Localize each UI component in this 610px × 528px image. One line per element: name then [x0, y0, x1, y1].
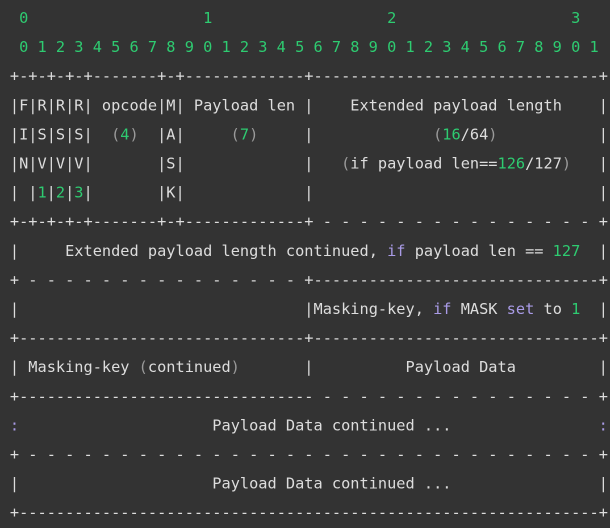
diagram-line-0-segment-2	[28, 9, 203, 27]
diagram-line-0-segment-1: 0	[19, 9, 28, 27]
diagram-line-14: : Payload Data continued ... :	[0, 416, 608, 434]
diagram-line-6-segment-1: 1	[38, 184, 47, 202]
diagram-line-6-segment-3: 2	[56, 184, 65, 202]
diagram-line-4-segment-7: )	[249, 125, 258, 143]
diagram-line-10-segment-4: to	[534, 300, 571, 318]
diagram-line-10-segment-5: 1	[571, 300, 580, 318]
diagram-line-2: +-+-+-+-+-------+-+-------------+-------…	[0, 67, 608, 85]
diagram-line-10-segment-1: if	[433, 300, 451, 318]
diagram-line-8-segment-3: 127	[553, 242, 581, 260]
diagram-line-0-segment-4	[212, 9, 387, 27]
diagram-line-17: +---------------------------------------…	[0, 504, 608, 522]
diagram-line-0-segment-7: 3	[571, 9, 580, 27]
diagram-line-10: | |Masking-key, if MASK set to 1 |	[0, 300, 608, 318]
diagram-line-14-segment-1: :	[10, 416, 19, 434]
diagram-line-4-segment-6: 7	[240, 125, 249, 143]
diagram-line-8-segment-0: | Extended payload length continued,	[0, 242, 387, 260]
diagram-line-5-segment-3: 126	[498, 155, 526, 173]
diagram-line-2-segment-0: +-+-+-+-+-------+-+-------------+-------…	[0, 67, 608, 85]
diagram-line-15: + - - - - - - - - - - - - - - - - - - - …	[0, 446, 608, 464]
diagram-line-4: |I|S|S|S| (4) |A| (7) | (16/64) |	[0, 125, 608, 143]
diagram-line-5-segment-1: (	[341, 155, 350, 173]
diagram-line-0-segment-3: 1	[203, 9, 212, 27]
diagram-line-5-segment-0: |N|V|V|V| |S| |	[0, 155, 341, 173]
diagram-line-8-segment-1: if	[387, 242, 405, 260]
diagram-line-5-segment-4: /127	[525, 155, 562, 173]
diagram-line-1: 0 1 2 3 4 5 6 7 8 9 0 1 2 3 4 5 6 7 8 9 …	[0, 38, 599, 56]
diagram-line-4-segment-13: |	[498, 125, 608, 143]
ascii-diagram-canvas: 0 1 2 3 0 1 2 3 4 5 6 7 8 9 0 1 2 3 4 5 …	[0, 9, 608, 522]
diagram-line-9-segment-0: + - - - - - - - - - - - - - - - +-------…	[0, 271, 608, 289]
diagram-line-1-segment-0	[0, 38, 19, 56]
diagram-line-3-segment-0: |F|R|R|R| opcode|M| Payload len | Extend…	[0, 96, 608, 114]
diagram-line-9: + - - - - - - - - - - - - - - - +-------…	[0, 271, 608, 289]
diagram-line-5-segment-5: )	[562, 155, 571, 173]
diagram-line-13: +-------------------------------- - - - …	[0, 387, 608, 405]
diagram-line-12-segment-2: continued	[148, 358, 231, 376]
diagram-line-8-segment-2: payload len ==	[406, 242, 553, 260]
diagram-line-5: |N|V|V|V| |S| | (if payload len==126/127…	[0, 155, 608, 173]
diagram-line-12-segment-3: )	[231, 358, 240, 376]
diagram-line-4-segment-4: |A|	[139, 125, 231, 143]
diagram-line-4-segment-8: |	[258, 125, 433, 143]
diagram-line-4-segment-3: )	[130, 125, 139, 143]
diagram-line-4-segment-0: |I|S|S|S|	[0, 125, 111, 143]
diagram-line-14-segment-3: :	[599, 416, 608, 434]
diagram-line-4-segment-10: 16	[442, 125, 460, 143]
diagram-line-0-segment-5: 2	[387, 9, 396, 27]
diagram-line-4-segment-12: )	[488, 125, 497, 143]
diagram-line-6-segment-5: 3	[74, 184, 83, 202]
diagram-line-6-segment-6: | |K| | |	[84, 184, 608, 202]
diagram-line-10-segment-0: | |Masking-key,	[0, 300, 433, 318]
diagram-line-11-segment-0: +-------------------------------+-------…	[0, 329, 608, 347]
diagram-line-4-segment-11: /64	[461, 125, 489, 143]
diagram-line-3: |F|R|R|R| opcode|M| Payload len | Extend…	[0, 96, 608, 114]
diagram-line-15-segment-0: + - - - - - - - - - - - - - - - - - - - …	[0, 446, 608, 464]
diagram-line-12-segment-4: | Payload Data |	[240, 358, 608, 376]
diagram-line-10-segment-6: |	[580, 300, 608, 318]
diagram-line-6-segment-0: | |	[0, 184, 38, 202]
diagram-line-8-segment-4: |	[580, 242, 608, 260]
diagram-line-8: | Extended payload length continued, if …	[0, 242, 608, 260]
diagram-line-11: +-------------------------------+-------…	[0, 329, 608, 347]
diagram-line-4-segment-5: (	[231, 125, 240, 143]
diagram-line-7: +-+-+-+-+-------+-+-------------+ - - - …	[0, 213, 608, 231]
diagram-line-6: | |1|2|3| |K| | |	[0, 184, 608, 202]
diagram-line-14-segment-2: Payload Data continued ...	[19, 416, 599, 434]
diagram-line-0-segment-0	[0, 9, 19, 27]
diagram-line-12: | Masking-key (continued) | Payload Data…	[0, 358, 608, 376]
diagram-line-6-segment-4: |	[65, 184, 74, 202]
diagram-line-10-segment-2: MASK	[452, 300, 507, 318]
diagram-line-5-segment-2: if payload len==	[350, 155, 497, 173]
diagram-line-16: | Payload Data continued ... |	[0, 475, 608, 493]
diagram-line-4-segment-9: (	[433, 125, 442, 143]
diagram-line-0-segment-6	[396, 9, 571, 27]
diagram-line-17-segment-0: +---------------------------------------…	[0, 504, 608, 522]
diagram-line-14-segment-0	[0, 416, 10, 434]
diagram-line-12-segment-0: | Masking-key	[0, 358, 139, 376]
diagram-line-13-segment-0: +-------------------------------- - - - …	[0, 387, 608, 405]
diagram-line-6-segment-2: |	[47, 184, 56, 202]
diagram-line-10-segment-3: set	[507, 300, 535, 318]
diagram-line-0: 0 1 2 3	[0, 9, 580, 27]
websocket-frame-diagram: 0 1 2 3 0 1 2 3 4 5 6 7 8 9 0 1 2 3 4 5 …	[0, 0, 610, 528]
diagram-line-16-segment-0: | Payload Data continued ... |	[0, 475, 608, 493]
diagram-line-4-segment-2: 4	[120, 125, 129, 143]
diagram-line-7-segment-0: +-+-+-+-+-------+-+-------------+ - - - …	[0, 213, 608, 231]
diagram-line-4-segment-1: (	[111, 125, 120, 143]
diagram-line-12-segment-1: (	[139, 358, 148, 376]
diagram-line-5-segment-6: |	[571, 155, 608, 173]
diagram-line-1-segment-1: 0 1 2 3 4 5 6 7 8 9 0 1 2 3 4 5 6 7 8 9 …	[19, 38, 599, 56]
